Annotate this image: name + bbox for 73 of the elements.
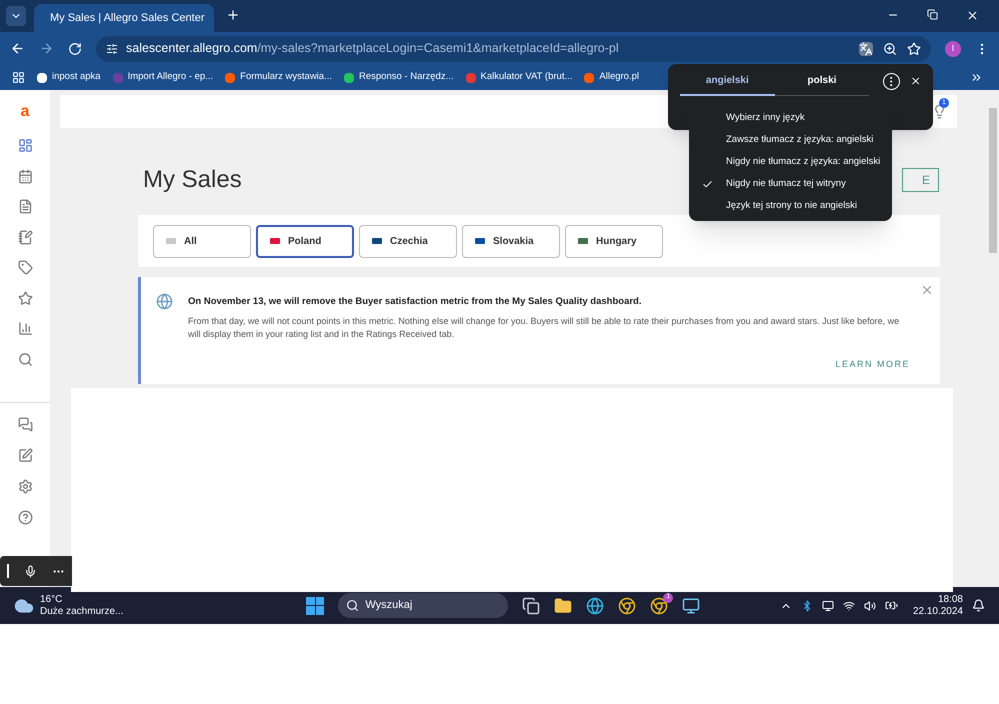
bookmark-item[interactable]: Formularz wystawia...: [225, 70, 332, 85]
clock-date: 22.10.2024: [912, 606, 963, 618]
language-tab[interactable]: angielski: [680, 66, 775, 96]
start-icon[interactable]: [306, 596, 324, 614]
tab-list-button[interactable]: [6, 6, 26, 26]
restore-icon[interactable]: [927, 9, 938, 20]
notebook-icon[interactable]: [18, 230, 32, 244]
bookmark-item[interactable]: inpost apka: [37, 70, 101, 85]
zoom-icon[interactable]: [883, 42, 897, 56]
chart-icon[interactable]: [18, 321, 32, 336]
dashboard-icon[interactable]: [18, 138, 32, 153]
settings-icon[interactable]: [18, 478, 32, 494]
close-icon[interactable]: [966, 9, 979, 22]
chat-icon[interactable]: [18, 416, 32, 432]
translate-icon[interactable]: [859, 42, 873, 56]
tab-title: My Sales | Allegro Sales Center: [50, 10, 204, 26]
menu-item[interactable]: Nigdy nie tłumacz z języka: angielski: [689, 151, 892, 173]
bookmark-icon[interactable]: [907, 42, 921, 56]
calendar-icon[interactable]: [18, 168, 32, 184]
volume-icon[interactable]: [864, 600, 876, 612]
voice-typing-bar[interactable]: [0, 556, 72, 586]
site-info-icon[interactable]: [106, 42, 118, 54]
task-view-icon[interactable]: [522, 596, 540, 614]
apps-icon[interactable]: [12, 71, 25, 84]
weather-text: Duże zachmurze...: [40, 606, 124, 618]
battery-icon[interactable]: [884, 599, 898, 612]
reload-icon[interactable]: [68, 42, 82, 56]
star-icon[interactable]: [18, 290, 32, 306]
tag-icon[interactable]: [18, 260, 32, 275]
country-tab[interactable]: Hungary: [565, 224, 663, 258]
bookmark-item[interactable]: Import Allegro - ep...: [112, 70, 214, 85]
new-tab-icon[interactable]: [226, 8, 240, 22]
search-icon: [346, 599, 360, 612]
notice-body: From that day, we will not count points in this metric. Nothing else will change for you. Buyers will still be able to rate their purchases from you and award stars. Just like before, we will display them in your rating list and in the Ratings Received tab.: [188, 315, 900, 342]
bookmark-item[interactable]: Allegro.pl: [584, 70, 639, 85]
temperature: 16°C: [40, 594, 64, 606]
more-bookmarks-icon[interactable]: [970, 71, 983, 84]
globe-icon: [156, 293, 173, 310]
microphone-icon[interactable]: [24, 564, 37, 578]
bookmark-item[interactable]: Kalkulator VAT (brut...: [466, 70, 572, 85]
document-icon[interactable]: [18, 199, 32, 214]
menu-item[interactable]: Zawsze tłumacz z języka: angielski: [689, 129, 892, 151]
folder-icon[interactable]: [554, 596, 572, 614]
menu-item[interactable]: Nigdy nie tłumacz tej witryny: [689, 173, 892, 195]
clock-time: 18:08: [938, 594, 963, 606]
search-field[interactable]: Wyszukaj: [338, 593, 508, 618]
language-tab[interactable]: polski: [774, 66, 870, 96]
profile-avatar[interactable]: I: [945, 40, 961, 56]
page-title: My Sales: [143, 165, 242, 195]
country-tab[interactable]: Czechia: [359, 224, 457, 258]
notice-heading: On November 13, we will remove the Buyer satisfaction metric from the My Sales Quality dashboard.: [188, 295, 642, 309]
bookmark-item[interactable]: Responso - Narzędz...: [344, 70, 454, 85]
country-tab[interactable]: Poland: [256, 224, 354, 258]
tips-icon[interactable]: [932, 104, 947, 119]
url-text: salescenter.allegro.com/my-sales?marketplaceLogin=Casemi1&marketplaceId=allegro-pl: [126, 40, 619, 58]
country-tab[interactable]: Slovakia: [462, 224, 560, 258]
options-icon[interactable]: [883, 72, 900, 90]
menu-item[interactable]: Język tej strony to nie angielski: [689, 195, 892, 217]
chrome-icon[interactable]: [618, 596, 636, 614]
close-icon[interactable]: [910, 75, 922, 87]
edit-icon[interactable]: [18, 448, 32, 462]
forward-icon[interactable]: [39, 41, 54, 56]
help-icon[interactable]: [18, 510, 32, 524]
back-icon[interactable]: [10, 41, 25, 56]
menu-item[interactable]: Wybierz inny język: [689, 107, 892, 129]
browser-tab[interactable]: My Sales | Allegro Sales Center: [34, 4, 214, 32]
search-icon[interactable]: [18, 352, 32, 366]
address-bar[interactable]: salescenter.allegro.com/my-sales?marketplaceLogin=Casemi1&marketplaceId=allegro-pl: [96, 36, 931, 62]
country-tab[interactable]: All: [153, 224, 251, 258]
notification-icon[interactable]: [972, 599, 985, 612]
display-icon[interactable]: [822, 600, 834, 612]
learn-more-link[interactable]: LEARN MORE: [835, 358, 910, 372]
wifi-icon[interactable]: [842, 600, 855, 612]
